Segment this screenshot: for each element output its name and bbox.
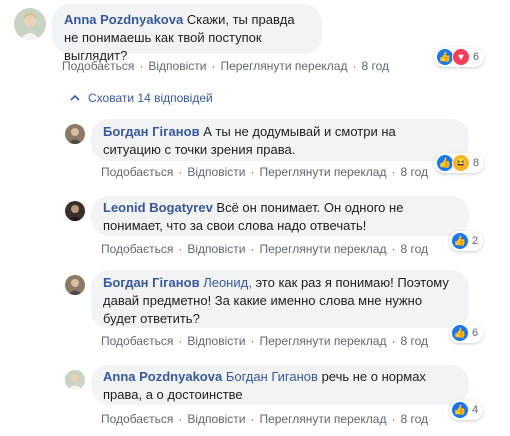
chevron-up-icon xyxy=(70,92,80,104)
separator: · xyxy=(250,334,255,348)
avatar[interactable] xyxy=(65,370,85,390)
translate-link[interactable]: Переглянути переклад xyxy=(259,334,386,348)
reply-link[interactable]: Відповісти xyxy=(187,412,245,426)
like-reaction-icon: 👍 xyxy=(451,401,469,419)
like-reaction-icon: 👍 xyxy=(451,232,469,250)
hide-replies-label: Сховати 14 відповідей xyxy=(88,91,213,105)
like-link[interactable]: Подобається xyxy=(62,59,134,73)
love-reaction-icon: ♥ xyxy=(452,48,470,66)
separator: · xyxy=(178,242,183,256)
comment-actions: Подобається · Відповісти · Переглянути перек… xyxy=(101,241,428,257)
reply-link[interactable]: Відповісти xyxy=(187,334,245,348)
timestamp[interactable]: 8 год xyxy=(400,334,428,348)
like-link[interactable]: Подобається xyxy=(101,165,173,179)
reaction-summary[interactable]: 👍 4 xyxy=(449,400,484,420)
comment-author[interactable]: Богдан Гіганов xyxy=(103,124,200,139)
reaction-count: 6 xyxy=(473,51,480,63)
separator: · xyxy=(178,334,183,348)
mention-link[interactable]: Богдан Гиганов xyxy=(226,369,318,384)
reaction-count: 4 xyxy=(472,404,479,416)
timestamp[interactable]: 8 год xyxy=(361,59,389,73)
avatar[interactable] xyxy=(14,8,46,40)
comment-author[interactable]: Богдан Гіганов xyxy=(103,275,200,290)
comment-actions: Подобається · Відповісти · Переглянути перек… xyxy=(62,58,389,74)
timestamp[interactable]: 8 год xyxy=(400,242,428,256)
separator: · xyxy=(391,334,396,348)
separator: · xyxy=(178,412,183,426)
comment-actions: Подобається · Відповісти · Переглянути перек… xyxy=(101,164,428,180)
avatar[interactable] xyxy=(65,275,85,295)
comment-bubble: Anna Pozdnyakova Богдан Гиганов речь не … xyxy=(91,365,469,405)
comment-actions: Подобається · Відповісти · Переглянути перек… xyxy=(101,333,428,349)
translate-link[interactable]: Переглянути переклад xyxy=(259,242,386,256)
separator: · xyxy=(352,59,357,73)
separator: · xyxy=(391,242,396,256)
haha-reaction-icon: 😆 xyxy=(452,154,470,172)
separator: · xyxy=(391,412,396,426)
comment-bubble: Anna Pozdnyakova Скажи, ты правда не пон… xyxy=(52,4,322,63)
translate-link[interactable]: Переглянути переклад xyxy=(220,59,347,73)
reaction-summary[interactable]: 👍 ♥ 6 xyxy=(434,47,485,67)
like-link[interactable]: Подобається xyxy=(101,242,173,256)
reaction-summary[interactable]: 👍 2 xyxy=(449,231,484,251)
translate-link[interactable]: Переглянути переклад xyxy=(259,412,386,426)
comment-actions: Подобається · Відповісти · Переглянути перек… xyxy=(101,411,428,427)
avatar[interactable] xyxy=(65,124,85,144)
avatar[interactable] xyxy=(65,201,85,221)
timestamp[interactable]: 8 год xyxy=(400,165,428,179)
separator: · xyxy=(139,59,144,73)
separator: · xyxy=(178,165,183,179)
reply-link[interactable]: Відповісти xyxy=(148,59,206,73)
like-reaction-icon: 👍 xyxy=(451,324,469,342)
timestamp[interactable]: 8 год xyxy=(400,412,428,426)
comment-author[interactable]: Leonid Bogatyrev xyxy=(103,200,213,215)
translate-link[interactable]: Переглянути переклад xyxy=(259,165,386,179)
mention-link[interactable]: Леонид, xyxy=(203,275,252,290)
reaction-count: 2 xyxy=(472,235,479,247)
hide-replies-link[interactable]: Сховати 14 відповідей xyxy=(70,91,213,105)
like-link[interactable]: Подобається xyxy=(101,334,173,348)
reaction-count: 6 xyxy=(472,327,479,339)
comment-bubble: Богдан Гіганов Леонид, это как раз я пон… xyxy=(91,270,469,328)
reaction-summary[interactable]: 👍 😆 8 xyxy=(434,153,485,173)
separator: · xyxy=(211,59,216,73)
reaction-count: 8 xyxy=(473,157,480,169)
separator: · xyxy=(250,165,255,179)
comment-bubble: Богдан Гіганов А ты не додумывай и смотр… xyxy=(91,119,469,161)
comment-author[interactable]: Anna Pozdnyakova xyxy=(103,369,222,384)
like-link[interactable]: Подобається xyxy=(101,412,173,426)
reply-link[interactable]: Відповісти xyxy=(187,242,245,256)
comment-author[interactable]: Anna Pozdnyakova xyxy=(64,12,183,27)
reply-link[interactable]: Відповісти xyxy=(187,165,245,179)
reaction-summary[interactable]: 👍 6 xyxy=(449,323,484,343)
separator: · xyxy=(250,242,255,256)
separator: · xyxy=(391,165,396,179)
separator: · xyxy=(250,412,255,426)
comment-bubble: Leonid Bogatyrev Всё он понимает. Он одн… xyxy=(91,196,469,236)
